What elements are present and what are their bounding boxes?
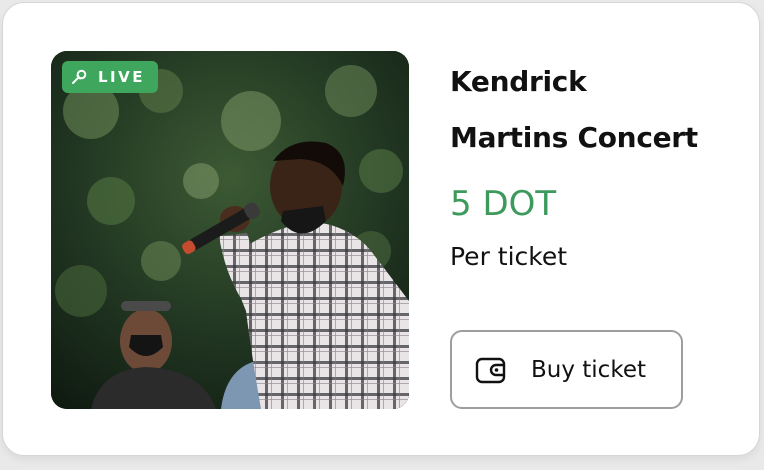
wallet-icon xyxy=(475,355,507,385)
event-title: Kendrick Martins Concert xyxy=(450,54,750,166)
event-photo xyxy=(51,51,409,409)
buy-ticket-label: Buy ticket xyxy=(531,356,646,383)
microphone-icon xyxy=(70,68,88,86)
event-title-line-1: Kendrick xyxy=(450,65,587,98)
price-note: Per ticket xyxy=(450,242,568,271)
performer-image xyxy=(51,51,409,409)
live-label: LIVE xyxy=(98,68,145,86)
ticket-price: 5 DOT xyxy=(450,184,557,224)
live-badge: LIVE xyxy=(62,61,158,93)
event-title-line-2: Martins Concert xyxy=(450,121,698,154)
buy-ticket-button[interactable]: Buy ticket xyxy=(450,330,683,409)
